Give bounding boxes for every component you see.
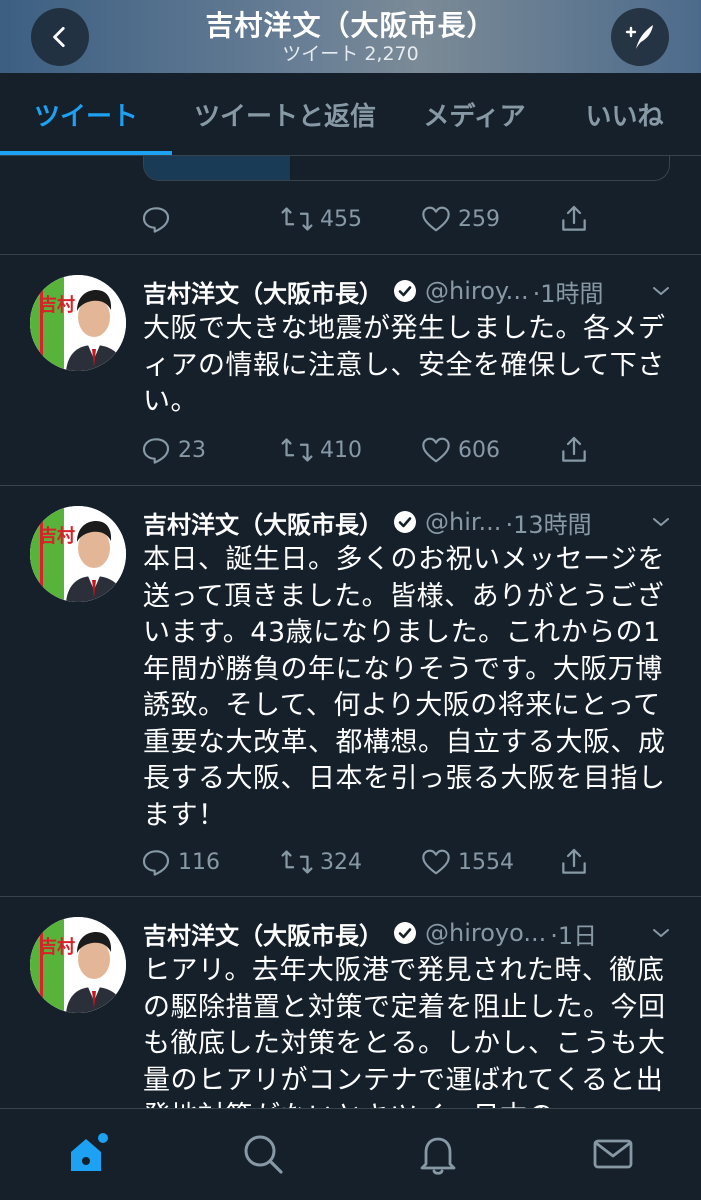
tweet[interactable]: 吉村 吉村洋文（大阪市長） @hir... ·13時間 本日、誕生日。多くのお祝… xyxy=(0,486,701,896)
reply-button[interactable]: 23 xyxy=(140,432,206,468)
share-button[interactable] xyxy=(558,432,590,468)
svg-text:吉村: 吉村 xyxy=(39,936,75,958)
reply-count: 23 xyxy=(178,437,206,463)
retweet-button[interactable]: 455 xyxy=(280,201,362,237)
tweet[interactable]: 吉村 吉村洋文（大阪市長） @hiroyo... ·1日 ヒアリ。去年大阪港で発… xyxy=(0,897,701,1108)
like-button[interactable]: 1554 xyxy=(420,844,514,880)
nav-search[interactable] xyxy=(240,1131,286,1177)
verified-badge-icon xyxy=(394,922,416,944)
profile-header: 吉村洋文（大阪市長） ツイート 2,270 xyxy=(0,0,701,73)
active-tab-indicator xyxy=(0,151,172,155)
tweet-count: ツイート 2,270 xyxy=(282,43,419,65)
nav-home[interactable] xyxy=(66,1131,112,1177)
timestamp[interactable]: ·1時間 xyxy=(533,274,604,309)
display-name[interactable]: 吉村洋文（大阪市長） xyxy=(143,274,383,309)
profile-tabs: ツイート ツイートと返信 メディア いいね xyxy=(0,73,701,156)
svg-text:吉村: 吉村 xyxy=(39,525,75,547)
verified-badge-icon xyxy=(394,511,416,533)
notifications-bell-icon xyxy=(420,1137,456,1175)
like-button[interactable]: 606 xyxy=(420,432,500,468)
tweet-actions: 23 410 606 xyxy=(140,432,600,468)
tab-tweets[interactable]: ツイート xyxy=(0,73,172,156)
retweet-count: 324 xyxy=(320,849,362,875)
tweet-feed[interactable]: 455 259 吉村 吉村洋文（大阪市長） @hiroy... ·1時間 大阪で… xyxy=(0,156,701,1108)
heart-icon xyxy=(422,206,450,232)
timestamp[interactable]: ·13時間 xyxy=(505,505,591,540)
tweet[interactable]: 吉村 吉村洋文（大阪市長） @hiroy... ·1時間 大阪で大きな地震が発生… xyxy=(0,255,701,485)
chevron-down-icon[interactable] xyxy=(649,510,673,534)
tweet-actions: 116 324 1554 xyxy=(140,844,600,880)
tweet-media-preview[interactable] xyxy=(143,156,670,181)
profile-name-title: 吉村洋文（大阪市長） xyxy=(205,9,496,42)
compose-tweet-icon xyxy=(625,25,653,49)
verified-badge-icon xyxy=(394,280,416,302)
share-button[interactable] xyxy=(558,844,590,880)
like-count: 606 xyxy=(458,437,500,463)
tweet-text: 本日、誕生日。多くのお祝いメッセージを送って頂きました。皆様、ありがとうございま… xyxy=(143,544,666,831)
like-count: 1554 xyxy=(458,849,514,875)
chevron-down-icon[interactable] xyxy=(649,279,673,303)
user-handle[interactable]: @hiroy... xyxy=(425,277,529,305)
tweet-text: ヒアリ。去年大阪港で発見された時、徹底の駆除措置と対策で定着を阻止した。今回も徹… xyxy=(143,955,666,1108)
user-handle[interactable]: @hiroyo... xyxy=(425,919,546,947)
reply-count: 116 xyxy=(178,849,220,875)
chevron-down-icon[interactable] xyxy=(649,921,673,945)
reply-button[interactable] xyxy=(140,201,178,237)
retweet-button[interactable]: 324 xyxy=(280,844,362,880)
avatar[interactable]: 吉村 xyxy=(30,275,126,371)
avatar[interactable]: 吉村 xyxy=(30,506,126,602)
reply-icon xyxy=(142,438,170,464)
bottom-navigation xyxy=(0,1108,701,1200)
tab-tweets-and-replies[interactable]: ツイートと返信 xyxy=(185,73,385,156)
reply-icon xyxy=(142,850,170,876)
tweet-actions: 455 259 xyxy=(140,201,600,237)
retweet-icon xyxy=(281,207,313,231)
compose-tweet-button[interactable] xyxy=(611,8,669,66)
tweet-header: 吉村洋文（大阪市長） @hiroyo... ·1日 xyxy=(143,915,673,951)
retweet-button[interactable]: 410 xyxy=(280,432,362,468)
avatar[interactable]: 吉村 xyxy=(30,917,126,1013)
retweet-icon xyxy=(281,850,313,874)
tweet-text: 大阪で大きな地震が発生しました。各メディアの情報に注意し、安全を確保して下さい。 xyxy=(143,313,666,417)
like-button[interactable]: 259 xyxy=(420,201,500,237)
display-name[interactable]: 吉村洋文（大阪市長） xyxy=(143,505,383,540)
retweet-icon xyxy=(281,438,313,462)
nav-messages[interactable] xyxy=(590,1131,636,1177)
svg-text:吉村: 吉村 xyxy=(39,294,75,316)
reply-icon xyxy=(142,207,170,233)
tweet-header: 吉村洋文（大阪市長） @hiroy... ·1時間 xyxy=(143,273,673,309)
nav-notifications[interactable] xyxy=(415,1131,461,1177)
retweet-count: 455 xyxy=(320,206,362,232)
timestamp[interactable]: ·1日 xyxy=(550,916,597,951)
tab-likes[interactable]: いいね xyxy=(572,73,677,156)
share-button[interactable] xyxy=(558,201,590,237)
share-icon xyxy=(562,436,586,462)
search-icon xyxy=(244,1135,283,1174)
display-name[interactable]: 吉村洋文（大阪市長） xyxy=(143,916,383,951)
share-icon xyxy=(562,205,586,231)
heart-icon xyxy=(422,437,450,463)
like-count: 259 xyxy=(458,206,500,232)
home-icon xyxy=(71,1133,108,1171)
messages-envelope-icon xyxy=(593,1139,633,1169)
user-handle[interactable]: @hir... xyxy=(425,508,501,536)
tweet-header: 吉村洋文（大阪市長） @hir... ·13時間 xyxy=(143,504,673,540)
tab-media[interactable]: メディア xyxy=(412,73,537,156)
heart-icon xyxy=(422,849,450,875)
share-icon xyxy=(562,848,586,874)
retweet-count: 410 xyxy=(320,437,362,463)
reply-button[interactable]: 116 xyxy=(140,844,220,880)
